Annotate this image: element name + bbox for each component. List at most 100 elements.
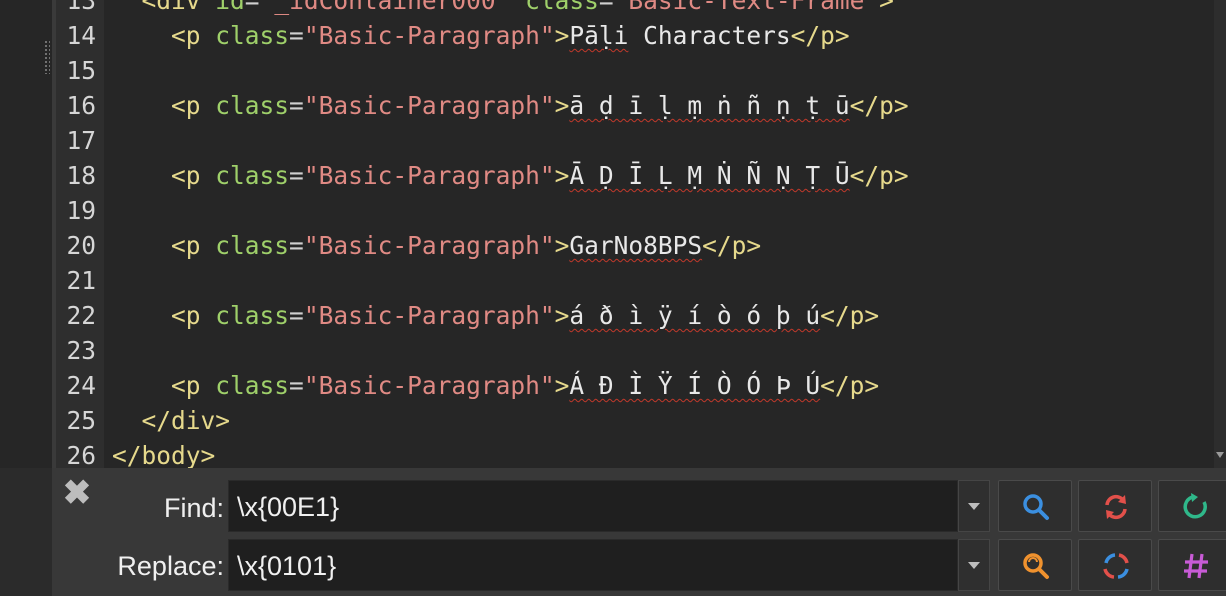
find-history-dropdown[interactable] (958, 480, 990, 532)
replace-label: Replace: (117, 551, 224, 581)
html-tag-token: > (879, 0, 894, 15)
vertical-scrollbar[interactable] (1214, 0, 1226, 468)
regex-button[interactable] (1158, 539, 1226, 591)
html-tag-token: <p (171, 161, 216, 190)
replace-all-button[interactable] (1078, 480, 1152, 532)
string-token: "Basic-Paragraph" (303, 161, 555, 190)
text-token: Characters (628, 21, 791, 50)
html-tag-token: > (554, 301, 570, 330)
line-number: 17 (66, 126, 96, 155)
html-tag-token: > (554, 231, 570, 260)
attribute-token: class (215, 371, 290, 400)
html-tag-token: > (554, 161, 570, 190)
code-line[interactable]: <p class="Basic-Paragraph">Ā Ḍ Ī Ḷ Ṃ Ṅ Ñ… (112, 158, 909, 193)
search-icon (1023, 494, 1049, 520)
string-token: "Basic-Paragraph" (303, 21, 555, 50)
string-token: "Basic-Paragraph" (303, 371, 555, 400)
line-number: 25 (66, 406, 96, 435)
left-panel-strip (0, 0, 40, 468)
html-tag-token: </p> (849, 91, 909, 120)
count-button[interactable] (1158, 480, 1226, 532)
line-number: 24 (66, 371, 96, 400)
html-tag-token: </p> (702, 231, 762, 260)
replace-find-button[interactable] (998, 539, 1072, 591)
close-icon[interactable]: ✖ (60, 476, 94, 510)
equals-token: = (289, 91, 304, 120)
text-token: GarNo8BPS (569, 231, 703, 260)
attribute-token: class (215, 231, 290, 260)
find-button[interactable] (998, 480, 1072, 532)
html-tag-token: </div> (141, 406, 231, 435)
attribute-token: class (215, 91, 290, 120)
hash-icon (1184, 553, 1208, 579)
equals-token: = (289, 231, 304, 260)
line-number: 22 (66, 301, 96, 330)
code-editor[interactable]: 13 <div id="_idContainer000" class="Basi… (0, 0, 1226, 468)
html-tag-token: <div (141, 0, 216, 15)
line-number: 13 (66, 0, 96, 15)
code-line[interactable]: </div> (112, 403, 231, 438)
line-number: 15 (66, 56, 96, 85)
equals-token: = (289, 301, 304, 330)
string-token: "Basic-Paragraph" (303, 91, 555, 120)
code-line[interactable]: <p class="Basic-Paragraph">GarNo8BPS</p> (112, 228, 761, 263)
html-tag-token: </p> (820, 371, 880, 400)
html-tag-token: <p (171, 21, 216, 50)
equals-token: = (289, 371, 304, 400)
string-token: "_idContainer000" (259, 0, 526, 15)
code-line[interactable]: <p class="Basic-Paragraph">Á Ð Ì Ÿ Í Ò Ó… (112, 368, 879, 403)
line-number: 26 (66, 441, 96, 468)
string-token: "Basic-Text-Frame" (613, 0, 880, 15)
code-line[interactable]: <p class="Basic-Paragraph">ā ḍ ī ḷ ṃ ṅ ñ… (112, 88, 909, 123)
equals-token: = (289, 161, 304, 190)
replace-history-dropdown[interactable] (958, 539, 990, 591)
html-tag-token: </body> (112, 441, 216, 468)
splitter-grip[interactable] (44, 40, 50, 74)
replace-current-button[interactable] (1078, 539, 1152, 591)
find-input[interactable]: \x{00E1} (228, 480, 958, 532)
html-tag-token: </p> (820, 301, 880, 330)
equals-token: = (289, 21, 304, 50)
attribute-token: class (215, 161, 290, 190)
html-tag-token: > (554, 21, 570, 50)
html-tag-token: <p (171, 91, 216, 120)
html-tag-token: <p (171, 231, 216, 260)
code-line[interactable]: <div id="_idContainer000" class="Basic-T… (112, 0, 894, 18)
line-number: 19 (66, 196, 96, 225)
replace-input[interactable]: \x{0101} (228, 539, 958, 591)
attribute-token: id (215, 0, 245, 15)
text-token: Á Ð Ì Ÿ Í Ò Ó Þ Ú (569, 371, 821, 400)
code-line[interactable]: <p class="Basic-Paragraph">á ð ì ÿ í ò ó… (112, 298, 879, 333)
line-number: 23 (66, 336, 96, 365)
attribute-token: class (525, 0, 599, 15)
line-number: 16 (66, 91, 96, 120)
string-token: "Basic-Paragraph" (303, 301, 555, 330)
code-line[interactable]: </body> (112, 438, 215, 468)
replace-current-icon (1103, 553, 1129, 579)
html-tag-token: </p> (790, 21, 850, 50)
code-line[interactable]: <p class="Basic-Paragraph">Pāḷi Characte… (112, 18, 850, 53)
html-tag-token: <p (171, 301, 216, 330)
text-token: á ð ì ÿ í ò ó þ ú (569, 301, 821, 330)
line-number: 21 (66, 266, 96, 295)
scroll-down-arrow-icon[interactable] (1216, 452, 1224, 458)
line-number: 20 (66, 231, 96, 260)
equals-token: = (244, 0, 260, 15)
replace-search-icon (1023, 553, 1049, 579)
replace-all-icon (1105, 494, 1127, 520)
attribute-token: class (215, 301, 290, 330)
equals-token: = (598, 0, 614, 15)
html-tag-token: </p> (849, 161, 909, 190)
html-tag-token: > (554, 91, 570, 120)
text-token: ā ḍ ī ḷ ṃ ṅ ñ ṇ ṭ ū (569, 91, 850, 120)
line-number: 14 (66, 21, 96, 50)
refresh-icon (1183, 493, 1207, 519)
